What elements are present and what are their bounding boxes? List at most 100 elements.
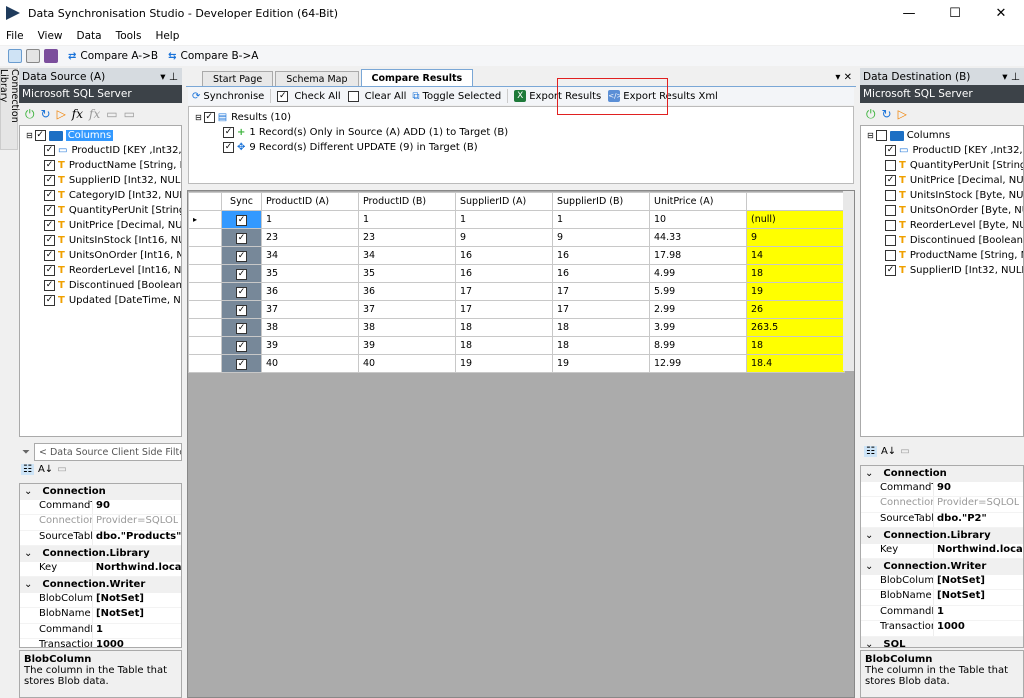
table-cell[interactable]: 37 [261, 300, 359, 319]
column-header[interactable]: UnitPrice (A) [649, 192, 747, 211]
chevron-down-icon[interactable]: ⌄ [865, 468, 873, 479]
filter-input[interactable]: < Data Source Client Side Filter E [34, 443, 182, 461]
property-category[interactable]: ⌄ Connection [861, 466, 1023, 482]
column-item[interactable]: ✓ ▭ ProductID [KEY ,Int32, N [26, 143, 181, 158]
property-row[interactable]: Transaction 1000 [20, 639, 181, 647]
column-header[interactable]: Sync [221, 192, 262, 211]
tab-close-icon[interactable]: ▾ ✕ [835, 72, 852, 83]
table-cell[interactable]: 37 [358, 300, 456, 319]
table-cell[interactable]: 40 [358, 354, 456, 373]
column-item[interactable]: ✓ T UnitPrice [Decimal, NU [867, 173, 1023, 188]
column-item[interactable]: ✓ T UnitPrice [Decimal, NU [26, 218, 181, 233]
refresh-icon[interactable]: ↻ [882, 107, 892, 121]
checkbox[interactable]: ✓ [44, 160, 55, 171]
checkbox[interactable]: ✓ [44, 145, 55, 156]
table-cell[interactable]: 9 [552, 228, 650, 247]
play-icon[interactable]: ▷ [898, 107, 907, 121]
table-row[interactable]: ✓ 35 35 16 16 4.99 18 [188, 264, 845, 283]
checkbox[interactable] [885, 190, 896, 201]
column-item[interactable]: T UnitsOnOrder [Byte, NU [867, 203, 1023, 218]
table-cell[interactable]: 17 [552, 282, 650, 301]
table-cell[interactable]: 34 [358, 246, 456, 265]
property-value[interactable]: dbo."P2" [934, 513, 987, 528]
minimize-button[interactable]: — [886, 0, 932, 26]
table-cell[interactable]: 18 [552, 318, 650, 337]
table-cell[interactable]: 18 [552, 336, 650, 355]
column-item[interactable]: ✓ T SupplierID [Int32, NULL [867, 263, 1023, 278]
menu-data[interactable]: Data [77, 30, 102, 42]
table-row[interactable]: ✓ 38 38 18 18 3.99 263.5 [188, 318, 845, 337]
checkbox[interactable] [885, 220, 896, 231]
checkbox[interactable] [885, 250, 896, 261]
sync-cell[interactable]: ✓ [221, 210, 262, 229]
column-item[interactable]: ✓ T ProductName [String, N [26, 158, 181, 173]
row-header[interactable] [188, 228, 222, 247]
pin-icon[interactable]: ▾ ⊥ [160, 71, 178, 83]
property-category[interactable]: ⌄ Connection [20, 484, 181, 500]
tree-root[interactable]: ⊟ Columns [867, 128, 1023, 143]
table-cell[interactable]: 14 [746, 246, 845, 265]
table-cell[interactable]: 16 [455, 264, 553, 283]
table-cell[interactable]: 9 [746, 228, 845, 247]
row-header[interactable]: ▸ [188, 210, 222, 229]
table-cell[interactable]: 1 [455, 210, 553, 229]
column-item[interactable]: ✓ T Discontinued [Boolean, [26, 278, 181, 293]
results-item-update[interactable]: ✓ ✥ 9 Record(s) Different UPDATE (9) in Ta… [195, 140, 853, 155]
column-item[interactable]: ✓ T SupplierID [Int32, NULL [26, 173, 181, 188]
checkbox[interactable]: ✓ [34, 130, 46, 141]
column-item[interactable]: T UnitsInStock [Byte, NUI [867, 188, 1023, 203]
column-item[interactable]: T QuantityPerUnit [String [867, 158, 1023, 173]
table-cell[interactable]: 23 [358, 228, 456, 247]
table-cell[interactable]: 39 [358, 336, 456, 355]
table-cell[interactable]: 38 [358, 318, 456, 337]
table-cell[interactable]: 44.33 [649, 228, 747, 247]
table-cell[interactable]: 1 [552, 210, 650, 229]
property-row[interactable]: BlobName [NotSet] [20, 608, 181, 624]
checkbox[interactable]: ✓ [885, 145, 896, 156]
table-cell[interactable]: 17.98 [649, 246, 747, 265]
property-value[interactable]: [NotSet] [934, 575, 985, 590]
table-cell[interactable]: (null) [746, 210, 845, 229]
connection-library-tab[interactable]: Connection Library [0, 68, 20, 150]
tree-root[interactable]: ⊟ ✓ Columns [26, 128, 181, 143]
sync-checkbox[interactable]: ✓ [236, 214, 247, 226]
checkbox[interactable]: ✓ [885, 175, 896, 186]
sync-checkbox[interactable]: ✓ [236, 322, 247, 334]
property-row[interactable]: Key Northwind.loca [861, 543, 1023, 559]
property-category[interactable]: ⌄ Connection.Library [861, 528, 1023, 544]
connect-icon[interactable]: ⏻ [25, 107, 35, 122]
table-row[interactable]: ✓ 36 36 17 17 5.99 19 [188, 282, 845, 301]
table-row[interactable]: ✓ 39 39 18 18 8.99 18 [188, 336, 845, 355]
chevron-down-icon[interactable]: ⌄ [865, 530, 873, 541]
table-cell[interactable]: 36 [358, 282, 456, 301]
open-icon[interactable] [26, 49, 40, 63]
table-cell[interactable]: 1 [358, 210, 456, 229]
menu-file[interactable]: File [6, 30, 24, 42]
column-item[interactable]: ✓ T QuantityPerUnit [String [26, 203, 181, 218]
property-row[interactable]: BlobColumr [NotSet] [861, 574, 1023, 590]
play-icon[interactable]: ▷ [57, 107, 66, 121]
row-header[interactable] [188, 354, 222, 373]
sync-checkbox[interactable]: ✓ [236, 232, 247, 244]
table-row[interactable]: ▸ ✓ 1 1 1 1 10 (null) [188, 210, 845, 229]
table-row[interactable]: ✓ 37 37 17 17 2.99 26 [188, 300, 845, 319]
pin-icon[interactable]: ▾ ⊥ [1002, 71, 1020, 83]
sync-cell[interactable]: ✓ [221, 336, 262, 355]
table-cell[interactable]: 4.99 [649, 264, 747, 283]
checkbox[interactable]: ✓ [44, 190, 55, 201]
property-row[interactable]: CommandB 1 [861, 605, 1023, 621]
property-row[interactable]: Connection!Provider=SQLOL [20, 515, 181, 531]
table-cell[interactable]: 17 [455, 282, 553, 301]
tab-schema-map[interactable]: Schema Map [275, 71, 359, 86]
table-cell[interactable]: 18 [746, 336, 845, 355]
table-cell[interactable]: 18 [746, 264, 845, 283]
property-category[interactable]: ⌄ Connection.Writer [20, 577, 181, 593]
checkbox[interactable] [875, 130, 887, 141]
checkbox[interactable]: ✓ [223, 142, 234, 153]
sort-az-icon[interactable]: A↓ [881, 446, 896, 457]
function-remove-icon[interactable]: fx [89, 107, 100, 121]
results-root[interactable]: ⊟ ✓ ▤ Results (10) [195, 110, 853, 125]
property-value[interactable]: Northwind.loca [934, 544, 1023, 559]
menu-view[interactable]: View [38, 30, 63, 42]
table-row[interactable]: ✓ 23 23 9 9 44.33 9 [188, 228, 845, 247]
